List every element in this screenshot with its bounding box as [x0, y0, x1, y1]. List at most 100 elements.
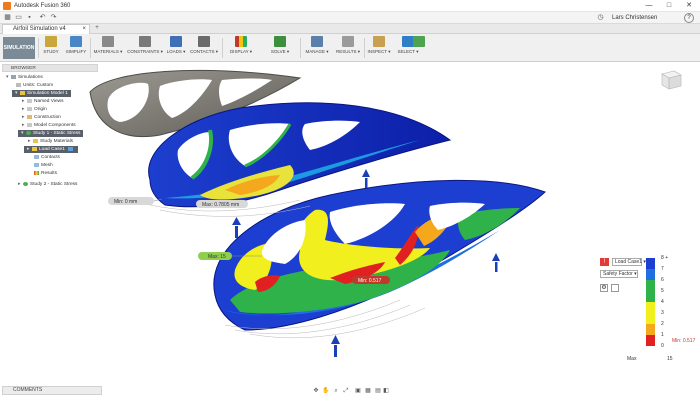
- constraints-menu[interactable]: CONSTRAINTS ▾: [126, 36, 164, 60]
- results-label: RESULTS ▾: [336, 49, 360, 54]
- folder-icon: [27, 106, 32, 111]
- close-tab-icon[interactable]: ×: [82, 25, 86, 34]
- display-menu[interactable]: DISPLAY ▾: [224, 36, 258, 60]
- materials-icon: [33, 138, 38, 143]
- materials-icon: [102, 36, 114, 47]
- results-menu[interactable]: RESULTS ▾: [334, 36, 362, 60]
- legend-color-segment: [646, 335, 655, 346]
- contacts-icon: [34, 154, 39, 159]
- tree-node-load-case[interactable]: ▸ Load Case1: [24, 146, 78, 153]
- tree-node-label: Study 2 - Static Stress: [30, 182, 78, 187]
- legend-tick-label: 3: [661, 310, 664, 316]
- tree-node-contacts[interactable]: Contacts: [34, 154, 60, 161]
- tree-node-units[interactable]: Units: Custom: [16, 82, 53, 89]
- load-arrow-icon: [331, 335, 340, 357]
- manage-menu[interactable]: MANAGE ▾: [302, 36, 332, 60]
- load-case-icon: [32, 146, 37, 151]
- legend-settings-icon[interactable]: ⚙: [600, 284, 608, 292]
- user-account[interactable]: Lars Christensen: [612, 15, 657, 21]
- legend-tick-label: 0: [661, 343, 664, 349]
- model-icon: [20, 90, 25, 95]
- legend-color-segment: [646, 313, 655, 324]
- tree-node-label: Construction: [34, 115, 61, 120]
- viewcube[interactable]: [656, 68, 684, 92]
- loads-icon: [170, 36, 182, 47]
- tree-node-study-1[interactable]: ▾ Study 1 - Static Stress: [18, 130, 84, 137]
- zoom-icon[interactable]: ⌕: [332, 387, 340, 395]
- legend-max-value: 15: [667, 356, 673, 362]
- legend-tick-label: 5: [661, 288, 664, 294]
- maximize-button[interactable]: □: [660, 1, 678, 11]
- tree-node-mesh[interactable]: Mesh: [34, 162, 53, 169]
- probe-min-sf-label: Min: 0.517: [358, 278, 382, 284]
- redo-icon[interactable]: ↷: [49, 14, 58, 22]
- probe-max-sf-label: Max: 15: [208, 254, 226, 260]
- result-type-dropdown[interactable]: Safety Factor ▾: [600, 270, 638, 278]
- grid-settings-icon[interactable]: ▦: [364, 387, 372, 395]
- workspace-switcher[interactable]: SIMULATION ▾: [3, 37, 35, 73]
- loads-menu[interactable]: LOADS ▾: [164, 36, 188, 60]
- minimize-button[interactable]: —: [640, 1, 658, 11]
- check-icon: [23, 181, 28, 186]
- browser-header[interactable]: BROWSER: [2, 64, 98, 72]
- inspect-menu[interactable]: INSPECT ▾: [366, 36, 392, 60]
- navigation-bar: ✥ ✋ ⌕ ⤢ ▣ ▦ ▤ ◧: [312, 386, 390, 396]
- display-settings-icon[interactable]: ▣: [354, 387, 362, 395]
- tree-node-model-components[interactable]: ▸ Model Components: [22, 122, 76, 129]
- comments-panel[interactable]: COMMENTS: [2, 386, 102, 395]
- orbit-icon[interactable]: ✥: [312, 387, 320, 395]
- new-tab-button[interactable]: +: [92, 24, 102, 34]
- legend-color-segment: [646, 291, 655, 302]
- simplify-button[interactable]: SIMPLIFY: [64, 36, 88, 60]
- contacts-menu[interactable]: CONTACTS ▾: [188, 36, 220, 60]
- tree-node-named-views[interactable]: ▸ Named Views: [22, 98, 64, 105]
- close-window-button[interactable]: ✕: [680, 1, 698, 11]
- materials-menu[interactable]: MATERIALS ▾: [92, 36, 124, 60]
- warning-icon[interactable]: !: [600, 258, 609, 266]
- probe-max-disp-label: Max: 0.7805 mm: [202, 202, 239, 208]
- tree-node-simulation-model[interactable]: ▾ Simulation Model 1: [12, 90, 71, 97]
- tree-node-simulations[interactable]: ▾ Simulations: [6, 74, 43, 81]
- tree-node-study-materials[interactable]: ▸ Study Materials: [28, 138, 73, 145]
- result-legend: ! Load Case1 ▾ Safety Factor ▾ ⚙: [598, 258, 692, 363]
- tree-node-results[interactable]: Results: [34, 170, 57, 177]
- tree-node-label: Contacts: [41, 155, 60, 160]
- study-button[interactable]: STUDY: [40, 36, 62, 60]
- viewports-icon[interactable]: ▤: [374, 387, 382, 395]
- jobs-status-icon[interactable]: ◷: [596, 14, 605, 22]
- probe-min-displacement[interactable]: Min: 0 mm: [108, 197, 163, 205]
- select-window-button[interactable]: [412, 36, 426, 60]
- pan-icon[interactable]: ✋: [322, 387, 330, 395]
- ribbon-divider: [222, 38, 223, 58]
- tree-node-study-2[interactable]: ▸ Study 2 - Static Stress: [18, 181, 77, 188]
- undo-icon[interactable]: ↶: [38, 14, 47, 22]
- document-tab[interactable]: Airfoil Simulation v4 ×: [2, 24, 90, 34]
- solve-menu[interactable]: SOLVE ▾: [262, 36, 298, 60]
- ribbon-divider: [300, 38, 301, 58]
- tree-node-construction[interactable]: ▸ Construction: [22, 114, 61, 121]
- tree-node-label: Study Materials: [40, 139, 74, 144]
- browser-panel: BROWSER ▾ Simulations Units: Custom ▾ Simu…: [2, 64, 98, 198]
- legend-color-segment: [646, 258, 655, 269]
- ribbon-divider: [364, 38, 365, 58]
- probe-min-safety-factor[interactable]: Min: 0.517: [352, 276, 390, 284]
- tree-node-origin[interactable]: ▸ Origin: [22, 106, 47, 113]
- section-analysis-icon[interactable]: ◧: [382, 387, 390, 395]
- save-icon[interactable]: ▪: [25, 14, 34, 22]
- legend-color-segment: [646, 269, 655, 280]
- load-case-status-icon: [67, 146, 73, 151]
- folder-icon: [27, 122, 32, 127]
- help-icon[interactable]: ?: [684, 13, 694, 23]
- legend-pin-icon[interactable]: [611, 284, 619, 292]
- file-menu-icon[interactable]: ▭: [14, 14, 23, 22]
- tree-node-label: Origin: [34, 107, 47, 112]
- legend-color-segment: [646, 324, 655, 335]
- legend-tick-label: 8 +: [661, 255, 669, 261]
- data-panel-icon[interactable]: ▦: [3, 14, 12, 22]
- probe-max-displacement[interactable]: Max: 0.7805 mm: [196, 200, 248, 208]
- title-bar: Autodesk Fusion 360 — □ ✕: [0, 0, 700, 12]
- fit-icon[interactable]: ⤢: [342, 387, 350, 395]
- canvas-viewport[interactable]: Min: 0 mm Max: 0.7805 mm Max: 15 Min: 0.…: [0, 63, 700, 383]
- load-case-dropdown[interactable]: Load Case1 ▾: [612, 258, 646, 266]
- tree-node-label: Model Components: [34, 123, 76, 128]
